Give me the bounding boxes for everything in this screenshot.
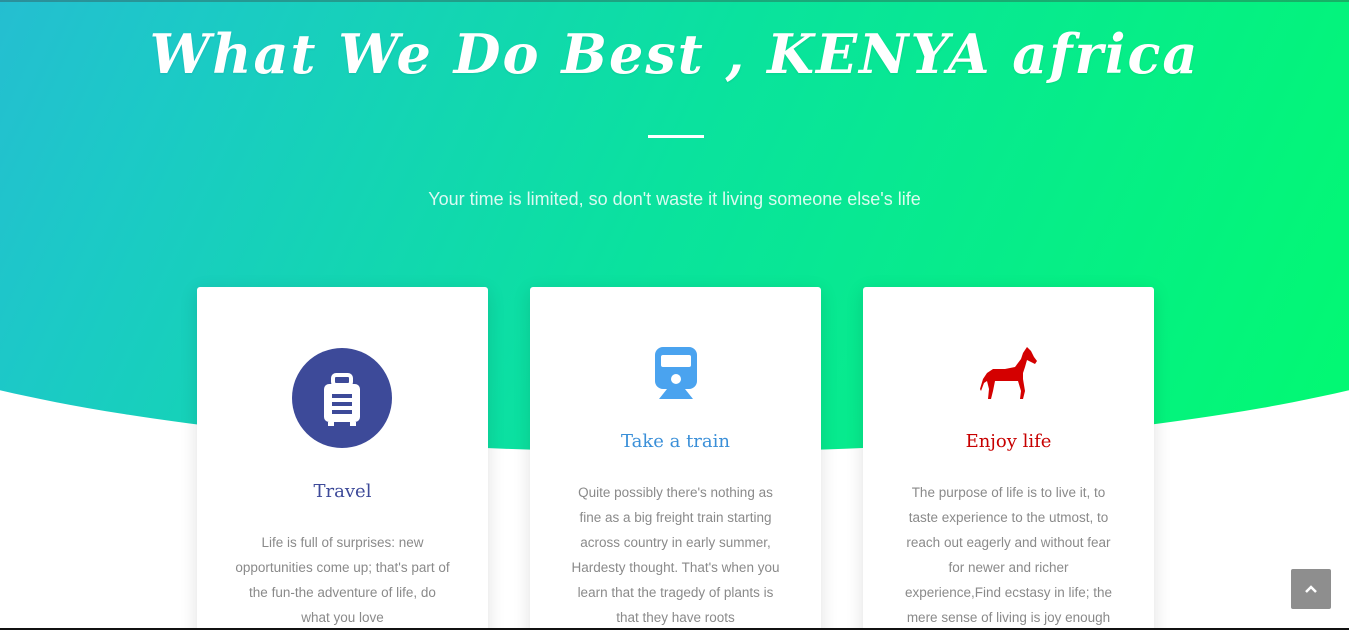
train-icon bbox=[653, 347, 699, 399]
card-title-travel: Travel bbox=[313, 481, 372, 502]
hero-section: What We Do Best , KENYA africa Your time… bbox=[0, 0, 1349, 630]
card-text-travel: Life is full of surprises: new opportuni… bbox=[235, 535, 450, 625]
card-title-train: Take a train bbox=[621, 431, 730, 452]
horse-icon bbox=[979, 345, 1039, 401]
card-title-enjoy-life: Enjoy life bbox=[965, 431, 1052, 452]
suitcase-icon bbox=[292, 348, 392, 448]
card-text-enjoy-life: The purpose of life is to live it, to ta… bbox=[904, 485, 1113, 625]
chevron-up-icon bbox=[1305, 585, 1317, 593]
section-subtitle: Your time is limited, so don't waste it … bbox=[428, 189, 921, 209]
service-card-train: Take a train Quite possibly there's noth… bbox=[530, 287, 821, 630]
title-divider bbox=[648, 135, 704, 138]
service-card-enjoy-life: Enjoy life The purpose of life is to liv… bbox=[863, 287, 1154, 630]
top-border bbox=[0, 0, 1349, 2]
service-card-travel: Travel Life is full of surprises: new op… bbox=[197, 287, 488, 630]
card-text-train: Quite possibly there's nothing as fine a… bbox=[571, 485, 780, 625]
scroll-to-top-button[interactable] bbox=[1291, 569, 1331, 609]
section-title: What We Do Best , KENYA africa bbox=[149, 22, 1200, 86]
